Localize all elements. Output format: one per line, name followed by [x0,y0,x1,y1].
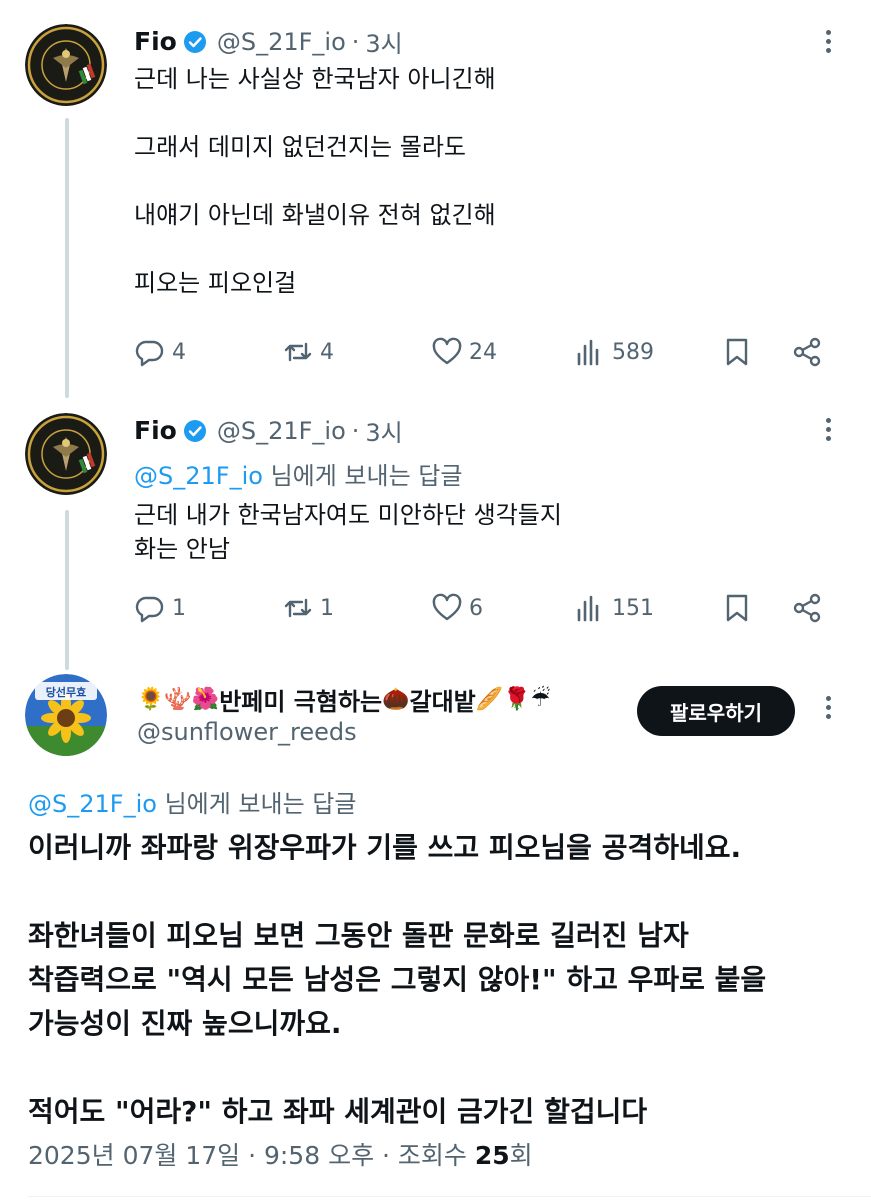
follow-button[interactable]: 팔로우하기 [637,686,795,736]
reply-mention-link[interactable]: @S_21F_io [134,462,263,490]
share-button[interactable] [791,332,823,372]
avatar-caption: 당선무효 [46,685,86,699]
verified-icon [183,419,206,442]
retweet-count: 1 [320,595,334,621]
bookmark-icon [726,338,748,366]
post-date[interactable]: 2025년 07월 17일 · 9:58 오후 · 조회수 [28,1141,475,1170]
display-name[interactable]: Fio [134,27,177,56]
avatar[interactable] [25,24,107,106]
retweet-button[interactable]: 4 [282,332,334,372]
name-emoji-chestnut: 🌰 [382,687,410,712]
tweet-header: Fio @S_21F_io · 3시 [134,24,403,59]
retweet-button[interactable]: 1 [282,588,334,628]
replying-to: @S_21F_io 님에게 보내는 답글 [134,456,462,491]
more-icon[interactable] [823,696,833,719]
views-button[interactable]: 151 [574,588,654,628]
timestamp[interactable]: 3시 [365,24,402,59]
more-icon[interactable] [823,418,833,441]
bookmark-button[interactable] [721,588,753,628]
retweet-count: 4 [320,339,334,365]
divider [28,1196,871,1197]
display-name[interactable]: 🌻🪸🌺 반페미 극혐하는 🌰 갈대밭 🥖🌹☔ [137,682,550,717]
handle[interactable]: @sunflower_reeds [137,718,357,746]
tweet-text: 근데 내가 한국남자여도 미안하단 생각들지 화는 안남 [134,501,562,563]
separator-dot: · [351,416,360,445]
name-text: 갈대밭 [409,688,476,716]
verified-icon [183,30,206,53]
more-icon[interactable] [823,30,833,53]
like-count: 24 [469,339,497,365]
bookmark-button[interactable] [721,332,753,372]
tweet-header: Fio @S_21F_io · 3시 [134,413,403,448]
reply-button[interactable]: 4 [134,332,186,372]
replying-label: 님에게 보내는 답글 [156,790,357,818]
tweet-meta: 2025년 07월 17일 · 9:58 오후 · 조회수 25회 [28,1136,533,1172]
reply-count: 1 [172,595,186,621]
like-icon [432,593,462,621]
like-icon [432,337,462,365]
tweet-text: 근데 나는 사실상 한국남자 아니긴해 그래서 데미지 없던건지는 몰라도 내얘… [134,65,496,297]
share-icon [793,337,821,367]
timestamp[interactable]: 3시 [365,413,402,448]
tweet-actions: 4 4 24 589 [0,332,871,372]
reply-button[interactable]: 1 [134,588,186,628]
like-count: 6 [469,595,483,621]
share-icon [793,593,821,623]
bookmark-icon [726,594,748,622]
reply-icon [135,340,164,367]
handle[interactable]: @S_21F_io [217,417,346,445]
reply-count: 4 [172,339,186,365]
views-icon [577,339,599,366]
name-emoji-suffix: 🥖🌹☔ [475,687,551,712]
views-count: 589 [612,339,654,365]
tweet-actions: 1 1 6 151 [0,588,871,628]
retweet-icon [284,598,312,618]
avatar[interactable] [25,413,107,495]
retweet-icon [284,342,312,362]
views-button[interactable]: 589 [574,332,654,372]
share-button[interactable] [791,588,823,628]
display-name[interactable]: Fio [134,416,177,445]
views-count: 151 [612,595,654,621]
name-text: 반페미 극혐하는 [219,688,383,716]
separator-dot: · [351,27,360,56]
view-unit: 회 [509,1141,533,1170]
views-icon [577,595,599,622]
view-count: 25 [474,1141,510,1170]
like-button[interactable]: 6 [431,588,483,628]
avatar[interactable]: 당선무효 [25,674,107,756]
reply-mention-link[interactable]: @S_21F_io [28,790,157,818]
tweet-text: 이러니까 좌파랑 위장우파가 기를 쓰고 피오님을 공격하네요. 좌한녀들이 피… [28,831,767,1128]
replying-to: @S_21F_io 님에게 보내는 답글 [28,784,356,819]
name-emoji-prefix: 🌻🪸🌺 [137,687,220,712]
like-button[interactable]: 24 [431,332,497,372]
reply-icon [135,596,164,623]
handle[interactable]: @S_21F_io [217,28,346,56]
replying-label: 님에게 보내는 답글 [262,462,463,490]
